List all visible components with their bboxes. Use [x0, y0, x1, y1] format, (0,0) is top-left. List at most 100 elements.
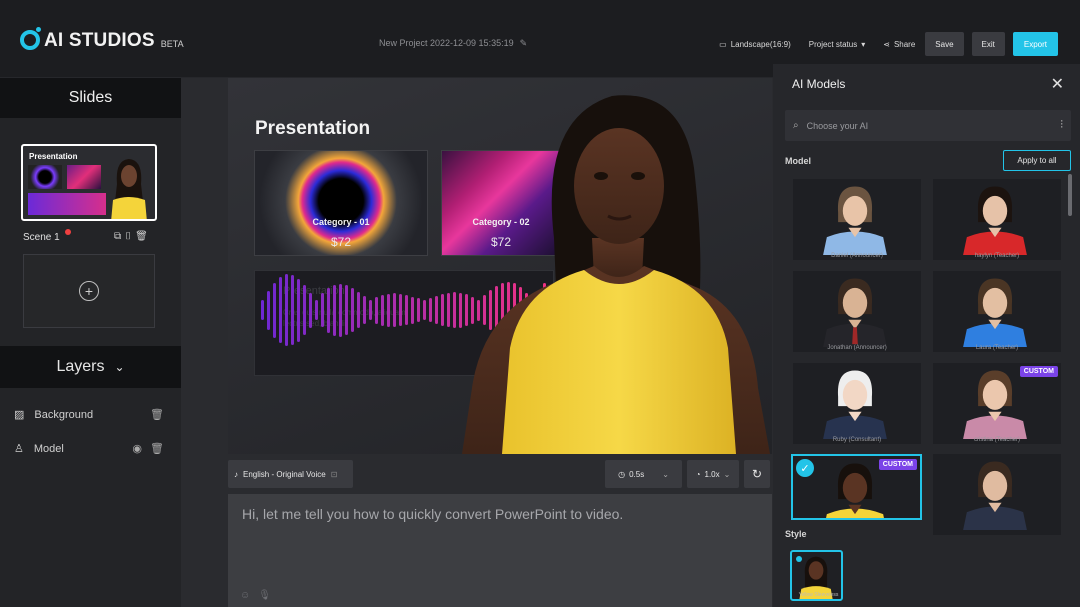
logo[interactable]: AI STUDIOS BETA [20, 27, 184, 52]
project-title[interactable]: New Project 2022-12-09 15:35:19 ✎ [379, 38, 527, 49]
trash-icon[interactable]: 🗑 [135, 231, 148, 242]
share-icon: ⋖ [883, 39, 890, 49]
external-icon: ⊡ [330, 469, 338, 479]
speed-select[interactable]: ◔ 1.0x ⌄ [687, 460, 739, 488]
model-card[interactable]: cristina (Teacher) CUSTOM [933, 363, 1061, 444]
layers-header[interactable]: Layers ⌄ [0, 346, 181, 388]
panel-title: AI Models [792, 77, 846, 91]
slide-thumbnail[interactable]: Presentation [21, 144, 157, 221]
model-card[interactable]: Jonathan (Announcer) [793, 271, 921, 352]
scene-label: Scene 1 [23, 232, 60, 243]
layer-background[interactable]: ▨ Background 🗑 [14, 408, 164, 422]
aspect-ratio-select[interactable]: ▭ Landscape(16:9) [719, 40, 791, 49]
model-card[interactable]: haylyn (Teacher) [933, 179, 1061, 260]
duplicate-icon[interactable]: ⧉ [114, 231, 121, 242]
model-avatar [963, 186, 1027, 255]
wave-bar [303, 285, 306, 335]
split-icon[interactable]: ⌷ [125, 231, 131, 242]
exit-button[interactable]: Exit [971, 32, 1005, 56]
edit-icon[interactable]: ✎ [520, 38, 528, 49]
person-icon: ♙ [14, 443, 24, 455]
check-icon: ✓ [796, 459, 814, 477]
close-icon[interactable]: ✕ [1051, 74, 1064, 94]
wave-bar [351, 288, 354, 332]
wave-bar [375, 296, 378, 324]
trash-icon[interactable]: 🗑 [150, 408, 164, 421]
layers-title: Layers [56, 358, 105, 375]
wave-bar [279, 277, 282, 343]
search-input[interactable] [806, 120, 1053, 131]
refresh-icon: ↻ [751, 467, 763, 481]
wave-bar [423, 300, 426, 320]
model-card[interactable]: Laura (Teacher) [933, 271, 1061, 352]
model-card[interactable]: CUSTOM ✓ [791, 454, 922, 520]
chevron-down-icon: ⌄ [114, 360, 125, 374]
wave-bar [441, 294, 444, 326]
script-text[interactable]: Hi, let me tell you how to quickly conve… [242, 506, 623, 522]
pause-duration-select[interactable]: ◷ 0.5s ⌄ [605, 460, 682, 488]
left-panel: Slides Presentation Scene 1 ⧉ ⌷ 🗑 + Laye… [0, 78, 181, 607]
style-section-label: Style [785, 529, 807, 539]
wave-bar [405, 295, 408, 325]
trash-icon[interactable]: 🗑 [150, 442, 164, 455]
ai-avatar[interactable] [462, 88, 770, 454]
wave-bar [381, 294, 384, 326]
share-label: Share [893, 39, 916, 49]
wave-bar [369, 300, 372, 320]
project-status-dropdown[interactable]: Project status ▾ [809, 40, 865, 49]
export-button[interactable]: Export [1012, 32, 1058, 56]
model-name: haylyn (Teacher) [974, 253, 1020, 259]
wave-bar [333, 284, 336, 336]
scrollbar[interactable] [1068, 174, 1072, 216]
model-card[interactable]: Ruby (Consultant) [793, 363, 921, 444]
reset-button[interactable]: ↻ [744, 460, 770, 488]
eye-icon[interactable]: ◉ [132, 442, 142, 455]
model-name: Ruby (Consultant) [832, 437, 882, 443]
pause-value: 0.5s [629, 469, 645, 479]
add-slide-button[interactable]: + [23, 254, 155, 328]
model-name: Daniel (Announcer) [831, 253, 883, 259]
project-status-label: Project status [808, 39, 858, 49]
slides-title: Slides [68, 89, 113, 106]
script-editor[interactable]: Hi, let me tell you how to quickly conve… [228, 494, 772, 607]
share-button[interactable]: ⋖ Share [883, 40, 915, 49]
screen-icon: ▭ [719, 39, 727, 49]
voice-controls: ♪ English - Original Voice ⊡ ◷ 0.5s ⌄ ◔ … [228, 460, 772, 488]
emoji-icon[interactable]: ☺ [240, 590, 250, 601]
wave-bar [297, 278, 300, 342]
model-avatar [963, 461, 1027, 530]
wave-bar [393, 293, 396, 327]
model-search[interactable]: ⌕ ⫶ [785, 110, 1071, 141]
voice-label: English - Original Voice [243, 469, 326, 479]
model-name: Laura (Teacher) [975, 345, 1019, 351]
voice-icon: ♪ [234, 469, 238, 479]
wave-bar [429, 298, 432, 322]
plus-icon: + [79, 281, 99, 301]
style-option-selected[interactable]: Yellow Sleeveless [790, 550, 843, 601]
wave-bar [327, 287, 330, 333]
layer-model[interactable]: ♙ Model ◉ 🗑 [14, 442, 164, 456]
thumb-title: Presentation [29, 152, 78, 161]
ai-models-panel: AI Models ✕ ⌕ ⫶ Model Apply to all Danie… [773, 64, 1080, 607]
search-icon: ⌕ [793, 120, 799, 131]
card-price: $72 [330, 235, 352, 249]
apply-to-all-button[interactable]: Apply to all [1003, 150, 1071, 171]
model-card[interactable]: Daniel (Announcer) [793, 179, 921, 260]
voice-selector[interactable]: ♪ English - Original Voice ⊡ [228, 460, 353, 488]
thumb-card-2 [67, 165, 101, 189]
wave-bar [453, 292, 456, 328]
slide-title[interactable]: Presentation [255, 118, 370, 140]
filter-icon[interactable]: ⫶ [1060, 119, 1063, 132]
model-name: cristina (Teacher) [973, 437, 1020, 443]
save-button[interactable]: Save [925, 32, 964, 56]
unsaved-dot [65, 229, 71, 235]
model-avatar [823, 186, 887, 255]
wave-bar [417, 298, 420, 322]
category-card-1[interactable]: Category - 01 $72 [254, 150, 428, 256]
speed-icon: ◔ [695, 469, 701, 479]
custom-badge: CUSTOM [1019, 366, 1058, 377]
model-card[interactable] [933, 454, 1061, 535]
microphone-icon[interactable]: 🎙 [258, 590, 271, 601]
thumb-card-1 [28, 165, 62, 189]
model-section-label: Model [785, 156, 811, 166]
